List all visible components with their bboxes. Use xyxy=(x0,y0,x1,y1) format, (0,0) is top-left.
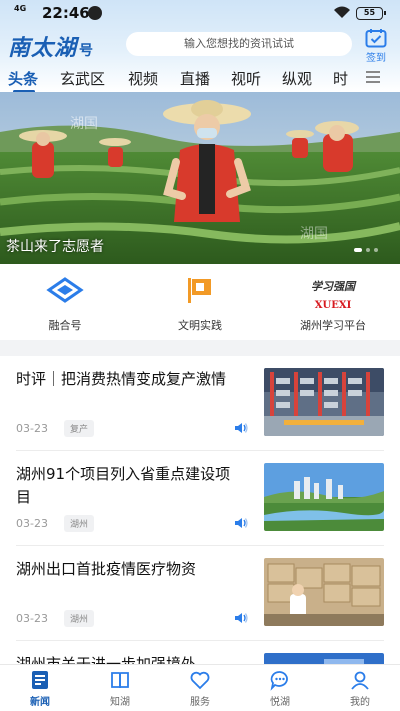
banner-watermark-2: 湖国 xyxy=(300,226,328,242)
chat-bubble-icon xyxy=(270,671,288,691)
quick-entry-label: 湖州学习平台 xyxy=(300,319,366,332)
tab-live[interactable]: 直播 xyxy=(180,68,210,89)
news-tag[interactable]: 湖州 xyxy=(64,515,95,532)
news-title: 时评｜把消费热情变成复产激情 xyxy=(16,370,227,388)
wifi-icon xyxy=(334,6,350,18)
news-date: 03-23 xyxy=(16,422,48,435)
nav-zhihu[interactable]: 知湖 xyxy=(80,669,160,708)
heart-icon xyxy=(190,671,210,690)
news-icon xyxy=(32,671,48,689)
tab-xuanwu[interactable]: 玄武区 xyxy=(60,68,105,89)
news-date: 03-23 xyxy=(16,517,48,530)
tab-more-partial[interactable]: 时 xyxy=(333,68,348,89)
header: 4G 22:46 55 南太湖 号 输入您想找的资讯试试 签到 头条 玄武区 视… xyxy=(0,0,400,93)
nav-mine[interactable]: 我的 xyxy=(320,669,400,708)
tab-headlines[interactable]: 头条 xyxy=(8,68,38,89)
news-title: 湖州91个项目列入省重点建设项目 xyxy=(16,465,231,506)
banner-watermark: 湖国 xyxy=(70,116,98,132)
news-thumbnail xyxy=(264,368,384,436)
news-tag[interactable]: 复产 xyxy=(64,420,95,437)
news-item[interactable]: 湖州91个项目列入省重点建设项目 03-23 湖州 xyxy=(0,451,400,546)
battery-indicator: 55 xyxy=(356,7,386,20)
tab-video[interactable]: 视频 xyxy=(128,68,158,89)
channel-tabs: 头条 玄武区 视频 直播 视听 纵观 时 xyxy=(0,66,400,93)
checkin-button[interactable]: 签到 xyxy=(362,28,390,64)
book-icon xyxy=(111,672,129,689)
speaker-icon[interactable] xyxy=(234,518,248,528)
news-list: 时评｜把消费热情变成复产激情 03-23 复产 湖州91个项目列入省重点建设项目… xyxy=(0,356,400,668)
news-thumbnail xyxy=(264,558,384,626)
banner-caption: 茶山来了志愿者 xyxy=(6,239,104,255)
channel-menu-icon[interactable] xyxy=(366,71,380,83)
news-date: 03-23 xyxy=(16,612,48,625)
tab-overview[interactable]: 纵观 xyxy=(282,68,312,89)
news-thumbnail xyxy=(264,463,384,531)
tab-audiovisual[interactable]: 视听 xyxy=(231,68,261,89)
speaker-icon[interactable] xyxy=(234,423,248,433)
quick-entry-ronghe[interactable]: 融合号 xyxy=(0,272,130,333)
app-screen: 4G 22:46 55 南太湖 号 输入您想找的资讯试试 签到 头条 玄武区 视… xyxy=(0,0,400,711)
search-input[interactable]: 输入您想找的资讯试试 xyxy=(126,32,352,56)
notification-icon xyxy=(88,6,102,20)
quick-entries: 融合号 文明实践 学习强国 XUEXI 湖州学习平台 xyxy=(0,264,400,340)
checkin-label: 签到 xyxy=(366,53,386,64)
quick-entry-label: 融合号 xyxy=(48,319,82,332)
quick-entry-civilization[interactable]: 文明实践 xyxy=(135,272,265,333)
speaker-icon[interactable] xyxy=(234,613,248,623)
bottom-navigation: 新闻 知湖 服务 悦湖 我的 xyxy=(0,664,400,711)
nav-label: 知湖 xyxy=(110,697,130,708)
nav-label: 我的 xyxy=(350,697,370,708)
xuexi-logo: 学习强国 XUEXI xyxy=(311,279,355,311)
flag-icon xyxy=(188,278,211,303)
quick-entry-label: 文明实践 xyxy=(178,319,222,332)
clock: 22:46 xyxy=(42,4,90,22)
news-item[interactable]: 时评｜把消费热情变成复产激情 03-23 复产 xyxy=(0,356,400,451)
nav-label: 悦湖 xyxy=(270,697,290,708)
calendar-check-icon xyxy=(365,29,387,48)
person-icon xyxy=(351,671,369,690)
status-bar: 4G 22:46 55 xyxy=(0,0,400,26)
hero-banner[interactable]: 湖国 湖国 茶山来了志愿者 xyxy=(0,92,400,264)
nav-news[interactable]: 新闻 xyxy=(0,669,80,708)
nav-yuehu[interactable]: 悦湖 xyxy=(240,669,320,708)
nav-service[interactable]: 服务 xyxy=(160,669,240,708)
app-logo: 南太湖 号 xyxy=(8,30,94,61)
quick-entry-huzhou-study[interactable]: 学习强国 XUEXI 湖州学习平台 xyxy=(268,272,398,333)
nav-label: 新闻 xyxy=(30,697,50,708)
logo-main-text: 南太湖 xyxy=(8,35,78,61)
news-title: 湖州出口首批疫情医疗物资 xyxy=(16,560,197,578)
carousel-dots xyxy=(354,248,378,252)
section-divider xyxy=(0,340,400,356)
news-item[interactable]: 湖州出口首批疫情医疗物资 03-23 湖州 xyxy=(0,546,400,641)
nav-label: 服务 xyxy=(190,697,210,708)
news-tag[interactable]: 湖州 xyxy=(64,610,95,627)
network-indicator: 4G xyxy=(14,4,27,13)
logo-sub-text: 号 xyxy=(79,43,94,59)
diamond-logo-icon xyxy=(46,277,84,303)
